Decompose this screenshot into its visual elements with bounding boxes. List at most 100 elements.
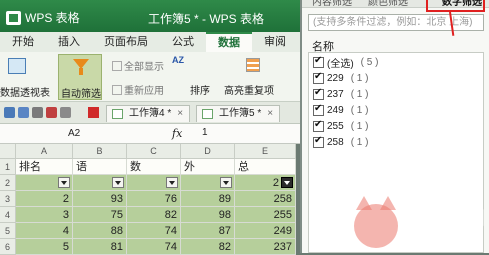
column-header-d[interactable]: D [181,144,235,159]
filter-search-input[interactable]: (支持多条件过滤，例如：北京 上海) [308,14,484,31]
cell[interactable]: 3 [16,207,73,223]
cell[interactable] [181,175,235,191]
row-header[interactable]: 5 [0,223,16,239]
filter-option-select-all[interactable]: (全选) ( 5 ) [313,55,378,70]
close-icon[interactable]: × [177,106,183,122]
filter-option[interactable]: 237 ( 1 ) [313,87,368,102]
option-label: 237 [327,89,344,100]
cell[interactable] [127,175,181,191]
ribbon: 数据透视表 自动筛选 全部显示 重新应用 AZ 排序 高亮重复项 [0,52,300,102]
funnel-stem [79,68,83,75]
option-label: 258 [327,137,344,148]
highlight-duplicates-button[interactable]: 高亮重复项 [224,82,274,97]
column-header-b[interactable]: B [73,144,127,159]
show-all-icon [112,60,122,71]
row-header[interactable]: 3 [0,191,16,207]
tab-workbook4[interactable]: 工作簿4 * × [106,105,191,122]
tab-color-filter[interactable]: 颜色筛选 [368,0,408,8]
filter-option[interactable]: 255 ( 1 ) [313,119,368,134]
cell[interactable]: 98 [181,207,235,223]
cell[interactable]: 总 [235,159,296,175]
formula-input[interactable]: 1 [202,127,208,138]
option-label: 255 [327,121,344,132]
sort-button[interactable]: 排序 [190,82,210,97]
cell[interactable]: 249 [235,223,296,239]
cell[interactable]: 外 [181,159,235,175]
column-header-c[interactable]: C [127,144,181,159]
menu-page-layout[interactable]: 页面布局 [92,32,160,52]
file-icon[interactable] [4,107,15,118]
column-header-e[interactable]: E [235,144,296,159]
cell[interactable] [16,175,73,191]
cell[interactable] [73,175,127,191]
pivot-table-button[interactable]: 数据透视表 [0,84,50,99]
preview-icon[interactable] [46,107,57,118]
option-label: 249 [327,105,344,116]
cell[interactable]: 258 [235,191,296,207]
cell[interactable]: 74 [127,223,181,239]
filter-option[interactable]: 258 ( 1 ) [313,135,368,150]
name-box[interactable]: A2 [28,127,124,141]
checkbox[interactable] [313,87,324,100]
tab-workbook5[interactable]: 工作簿5 * × [196,105,281,122]
save-icon[interactable] [18,107,29,118]
reapply-button[interactable]: 重新应用 [112,82,164,97]
checkbox[interactable] [313,119,324,132]
show-all-label: 全部显示 [124,62,164,73]
close-icon[interactable]: × [267,106,273,122]
menu-insert[interactable]: 插入 [46,32,92,52]
cell-value: 2 [272,177,279,189]
cell[interactable]: 82 [127,207,181,223]
print-icon[interactable] [32,107,43,118]
option-count: ( 5 ) [360,57,379,68]
menu-data[interactable]: 数据 [206,32,252,52]
fox-icon [354,196,398,248]
filter-dropdown-d[interactable] [220,177,232,188]
autofilter-button[interactable]: 自动筛选 [58,54,102,100]
filter-dropdown-a[interactable] [58,177,70,188]
cell[interactable]: 87 [181,223,235,239]
filter-option[interactable]: 249 ( 1 ) [313,103,368,118]
filter-dropdown-c[interactable] [166,177,178,188]
cell[interactable]: 排名 [16,159,73,175]
menu-formula[interactable]: 公式 [160,32,206,52]
show-all-button[interactable]: 全部显示 [112,58,164,73]
menu-home[interactable]: 开始 [0,32,46,52]
fx-icon[interactable]: fx [172,127,182,140]
tab-content-filter[interactable]: 内容筛选 [312,0,352,8]
annotation-box [426,0,485,12]
row-header[interactable]: 4 [0,207,16,223]
wps-w-icon[interactable] [88,107,99,118]
cell[interactable]: 88 [73,223,127,239]
select-all-corner[interactable] [0,144,16,159]
row-header[interactable]: 2 [0,175,16,191]
filter-option[interactable]: 229 ( 1 ) [313,71,368,86]
filter-dropdown-b[interactable] [112,177,124,188]
cell[interactable]: 数 [127,159,181,175]
row-header[interactable]: 1 [0,159,16,175]
filter-dropdown-e[interactable] [281,177,293,188]
sort-icon: AZ [172,55,184,65]
undo-icon[interactable] [60,107,71,118]
app-logo[interactable]: WPS 表格 [6,9,80,26]
checkbox[interactable] [313,135,324,148]
autofilter-label: 自动筛选 [61,89,101,100]
column-header-a[interactable]: A [16,144,73,159]
cell[interactable]: 语 [73,159,127,175]
reapply-icon [112,84,122,95]
spreadsheet-grid[interactable]: A B C D E 1 排名 语 数 外 总 2 2 3 2 93 76 89 … [0,144,296,255]
watermark-cn: 小狐狸网 [402,208,486,230]
cell[interactable]: 255 [235,207,296,223]
cell[interactable]: 4 [16,223,73,239]
cell[interactable]: 93 [73,191,127,207]
cell[interactable]: 2 [235,175,296,191]
checkbox[interactable] [313,71,324,84]
cell[interactable]: 76 [127,191,181,207]
highlight-icon [246,58,260,72]
checkbox[interactable] [313,55,324,68]
checkbox[interactable] [313,103,324,116]
cell[interactable]: 89 [181,191,235,207]
cell[interactable]: 75 [73,207,127,223]
cell[interactable]: 2 [16,191,73,207]
menu-review[interactable]: 审阅 [252,32,298,52]
